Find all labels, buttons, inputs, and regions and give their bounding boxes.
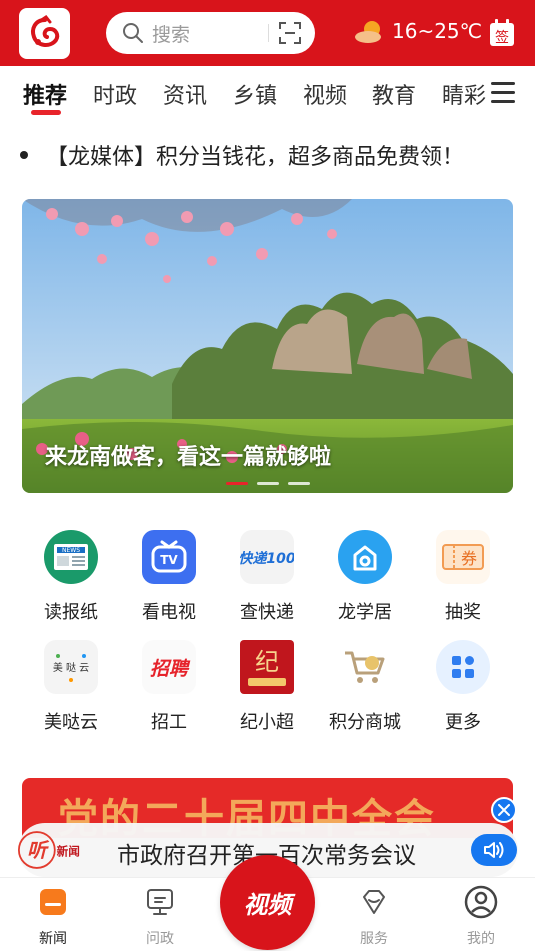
svg-text:签: 签	[495, 29, 509, 46]
close-icon	[498, 804, 510, 816]
tab-recommend[interactable]: 推荐	[23, 78, 67, 110]
service-label: 招工	[151, 712, 187, 733]
nav-label: 问政	[146, 931, 174, 947]
app-page: 搜索 16~25℃ 签 推荐 时政 资讯 乡镇 视频 教育 睛彩 【龙媒体】积分…	[0, 0, 535, 951]
carousel-dot	[288, 482, 310, 485]
active-tab-indicator	[31, 110, 61, 115]
search-divider	[268, 24, 269, 42]
top-header: 搜索 16~25℃ 签	[0, 0, 535, 66]
tab-jingcai[interactable]: 睛彩	[442, 78, 486, 110]
search-icon	[123, 23, 143, 43]
channel-menu-icon[interactable]	[491, 82, 515, 104]
user-icon	[464, 885, 498, 919]
notice-item[interactable]: 【龙媒体】积分当钱花，超多商品免费领！	[20, 139, 464, 171]
service-label: 美哒云	[44, 712, 98, 733]
service-label: 纪小超	[240, 712, 294, 733]
speaker-icon	[484, 842, 504, 858]
service-housing[interactable]: 龙学居	[316, 530, 414, 624]
service-label: 更多	[445, 712, 481, 733]
channel-tabs: 推荐 时政 资讯 乡镇 视频 教育 睛彩	[0, 66, 535, 118]
service-label: 看电视	[142, 602, 196, 623]
carousel-dot	[257, 482, 279, 485]
service-recruit[interactable]: 招聘 招工	[120, 640, 218, 734]
close-audio-button[interactable]	[491, 797, 517, 823]
bullet-dot	[20, 151, 28, 159]
service-label: 抽奖	[445, 602, 481, 623]
svg-text:听: 听	[27, 839, 50, 862]
svg-text:新闻: 新闻	[57, 844, 80, 858]
news-icon	[40, 889, 66, 915]
service-label: 积分商城	[329, 712, 401, 733]
tab-education[interactable]: 教育	[372, 78, 416, 110]
recruit-icon: 招聘	[142, 640, 196, 694]
svg-text:美 哒 云: 美 哒 云	[53, 661, 89, 674]
svg-text:券: 券	[461, 549, 477, 568]
search-bar[interactable]: 搜索	[106, 12, 315, 54]
dragon-logo-icon	[30, 14, 59, 47]
nav-profile[interactable]: 我的	[446, 884, 516, 948]
nav-label: 我的	[467, 931, 495, 947]
signin-button[interactable]: 签	[488, 18, 516, 48]
chat-icon	[147, 889, 173, 915]
svg-text:NEWS: NEWS	[62, 547, 80, 554]
nav-video-button[interactable]: 视频	[220, 855, 315, 950]
tab-towns[interactable]: 乡镇	[233, 78, 277, 110]
banner-carousel[interactable]: 来龙南做客，看这一篇就够啦	[22, 199, 513, 493]
service-newspaper[interactable]: NEWS 读报纸	[22, 530, 120, 624]
partly-cloudy-icon	[355, 21, 381, 43]
service-label: 读报纸	[44, 602, 98, 623]
newspaper-icon: NEWS	[44, 530, 98, 584]
nav-news[interactable]: 新闻	[18, 884, 88, 948]
carousel-dot-active	[226, 482, 248, 485]
tv-icon: TV	[142, 530, 196, 584]
svg-text:招聘: 招聘	[150, 658, 191, 680]
svg-text:快递100: 快递100	[240, 550, 294, 567]
carousel-indicator	[226, 482, 319, 485]
diamond-icon	[363, 890, 385, 914]
weather-temperature: 16~25℃	[392, 19, 483, 43]
nav-video-label: 视频	[243, 891, 292, 919]
service-label: 龙学居	[338, 602, 392, 623]
service-more[interactable]: 更多	[414, 640, 512, 734]
service-points-mall[interactable]: 积分商城	[316, 640, 414, 734]
play-audio-button[interactable]	[471, 834, 517, 866]
nav-label: 服务	[360, 931, 388, 947]
service-tv[interactable]: TV 看电视	[120, 530, 218, 624]
calendar-signin-icon: 签	[490, 19, 514, 46]
banner-caption: 来龙南做客，看这一篇就够啦	[45, 445, 332, 470]
tab-video[interactable]: 视频	[303, 78, 347, 110]
search-placeholder: 搜索	[152, 23, 191, 46]
notice-text: 【龙媒体】积分当钱花，超多商品免费领！	[46, 145, 465, 170]
express-icon: 快递100	[240, 530, 294, 584]
svg-text:TV: TV	[160, 553, 178, 567]
tab-news[interactable]: 资讯	[163, 78, 207, 110]
nav-label: 新闻	[39, 931, 67, 947]
cloud-icon: 美 哒 云	[44, 640, 98, 694]
cart-icon	[338, 640, 392, 694]
service-label: 查快递	[240, 602, 294, 623]
weather-widget[interactable]: 16~25℃	[354, 18, 482, 44]
service-lottery[interactable]: 券 抽奖	[414, 530, 512, 624]
svg-text:纪: 纪	[255, 648, 279, 676]
coupon-icon: 券	[436, 530, 490, 584]
tab-politics[interactable]: 时政	[93, 78, 137, 110]
nav-inquiry[interactable]: 问政	[125, 884, 195, 948]
service-express[interactable]: 快递100 查快递	[218, 530, 316, 624]
listen-news-badge: 听 新闻	[18, 827, 88, 873]
nav-services[interactable]: 服务	[339, 884, 409, 948]
scan-icon[interactable]	[279, 22, 301, 44]
app-logo[interactable]	[19, 8, 70, 59]
service-meidayun[interactable]: 美 哒 云 美哒云	[22, 640, 120, 734]
house-icon	[338, 530, 392, 584]
more-icon	[436, 640, 490, 694]
discipline-icon: 纪	[240, 640, 294, 694]
service-jixiaochao[interactable]: 纪 纪小超	[218, 640, 316, 734]
